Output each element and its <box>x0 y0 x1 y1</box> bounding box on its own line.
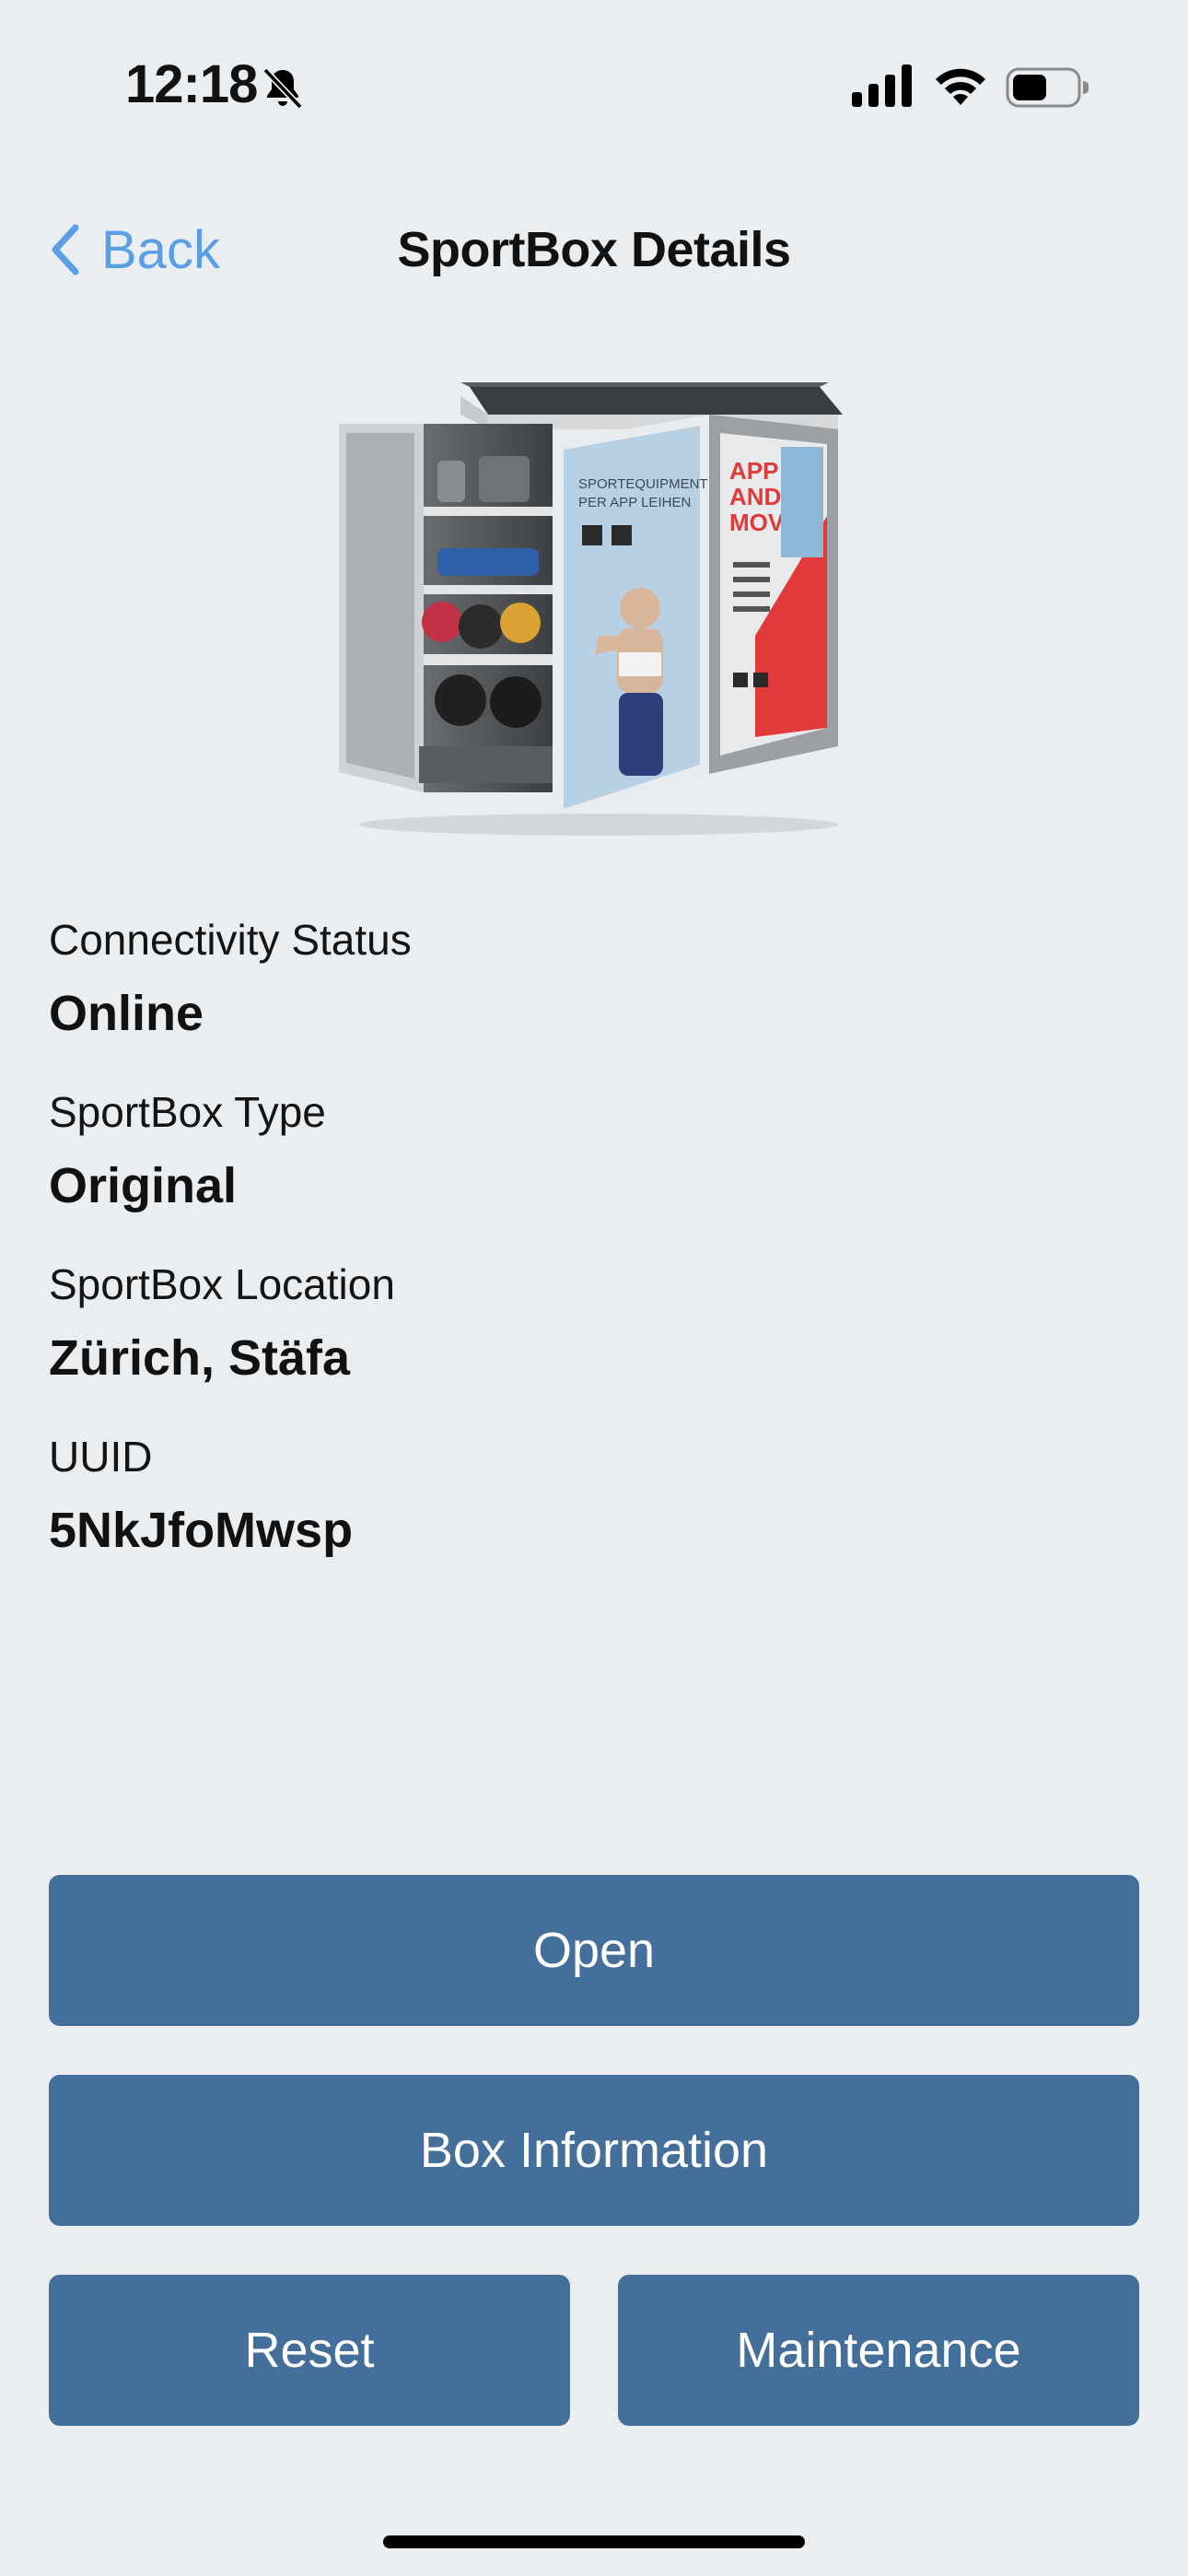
detail-label: Connectivity Status <box>49 916 412 964</box>
detail-label: SportBox Location <box>49 1260 395 1308</box>
sportbox-image: SPORTEQUIPMENT PER APP LEIHEN APP AND MO… <box>339 382 843 836</box>
svg-text:APP: APP <box>729 457 778 485</box>
maintenance-button[interactable]: Maintenance <box>618 2275 1139 2426</box>
home-indicator[interactable] <box>383 2535 805 2548</box>
bell-slash-icon <box>262 67 303 110</box>
detail-sportbox-type: SportBox Type Original <box>49 1084 1136 1257</box>
wifi-icon <box>936 68 985 105</box>
detail-label: SportBox Type <box>49 1088 326 1136</box>
detail-label: UUID <box>49 1433 153 1481</box>
navigation-bar: Back SportBox Details <box>0 203 1188 295</box>
cellular-signal-icon <box>852 64 912 107</box>
svg-text:PER APP LEIHEN: PER APP LEIHEN <box>578 495 691 510</box>
details-list: Connectivity Status Online SportBox Type… <box>49 912 1136 1601</box>
page-title: SportBox Details <box>397 222 791 277</box>
detail-value: Online <box>49 986 204 1041</box>
reset-button[interactable]: Reset <box>49 2275 570 2426</box>
open-button[interactable]: Open <box>49 1875 1139 2026</box>
svg-text:SPORTEQUIPMENT: SPORTEQUIPMENT <box>578 476 708 492</box>
svg-text:AND: AND <box>729 483 781 510</box>
detail-connectivity-status: Connectivity Status Online <box>49 912 1136 1084</box>
detail-value: Zürich, Stäfa <box>49 1330 351 1386</box>
status-bar: 12:18 <box>0 0 1188 175</box>
box-information-button[interactable]: Box Information <box>49 2075 1139 2226</box>
status-time: 12:18 <box>125 54 258 114</box>
battery-icon <box>1006 67 1089 108</box>
detail-value: 5NkJfoMwsp <box>49 1503 354 1558</box>
detail-sportbox-location: SportBox Location Zürich, Stäfa <box>49 1257 1136 1429</box>
detail-uuid: UUID 5NkJfoMwsp <box>49 1429 1136 1601</box>
detail-value: Original <box>49 1158 238 1213</box>
